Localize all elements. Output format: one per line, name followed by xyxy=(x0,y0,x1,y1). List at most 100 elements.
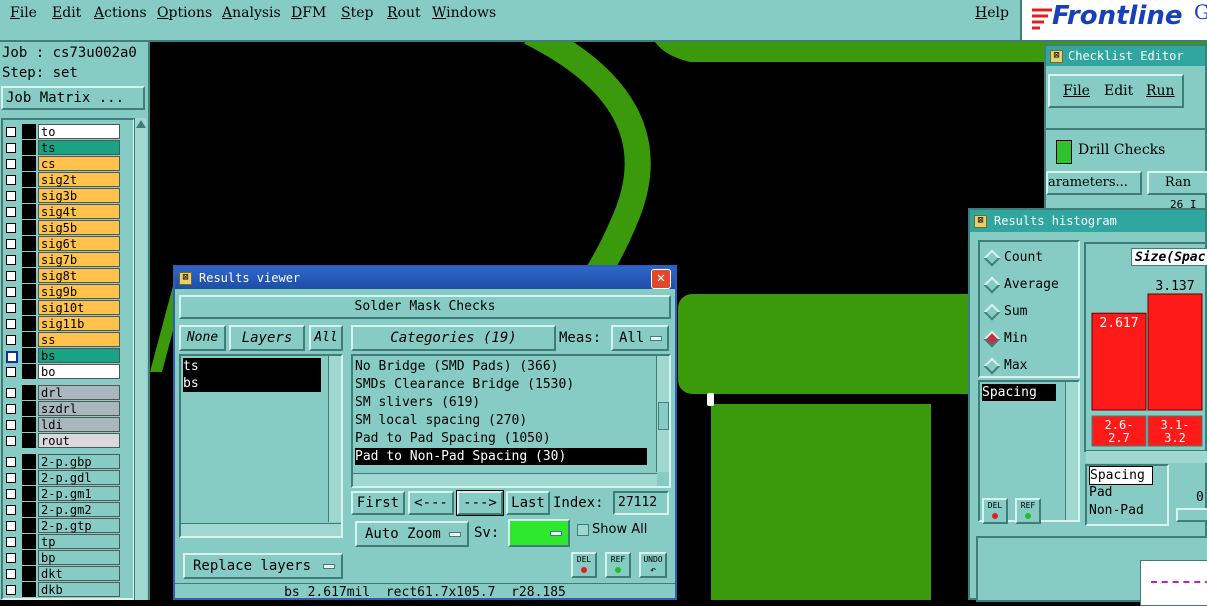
layer-name[interactable]: 2-p.gtp xyxy=(38,518,120,533)
layer-row[interactable]: to xyxy=(2,124,120,139)
layer-name[interactable]: sig11b xyxy=(38,316,120,331)
layer-swatch[interactable] xyxy=(22,172,36,187)
index-input[interactable]: 27112 xyxy=(613,491,669,515)
category-item[interactable]: No Bridge (SMD Pads) (366) xyxy=(355,358,647,375)
layer-checkbox[interactable] xyxy=(6,319,16,329)
category-item[interactable]: SM slivers (619) xyxy=(355,394,647,411)
layer-checkbox[interactable] xyxy=(6,255,16,265)
layer-name[interactable]: bo xyxy=(38,364,120,379)
layer-swatch[interactable] xyxy=(22,566,36,581)
layer-name[interactable]: dkt xyxy=(38,566,120,581)
layer-checkbox[interactable] xyxy=(6,351,18,363)
layer-list-scrollbar[interactable] xyxy=(134,118,147,600)
layer-checkbox[interactable] xyxy=(6,457,16,467)
layer-name[interactable]: sig7b xyxy=(38,252,120,267)
layer-checkbox[interactable] xyxy=(6,489,16,499)
layer-swatch[interactable] xyxy=(22,433,36,448)
layer-swatch[interactable] xyxy=(22,300,36,315)
layer-swatch[interactable] xyxy=(22,284,36,299)
parameters-button[interactable]: arameters... xyxy=(1046,171,1142,195)
del-button[interactable]: DEL xyxy=(571,552,597,578)
menu-step[interactable]: Step xyxy=(341,5,373,21)
sv-color-dropdown[interactable] xyxy=(508,519,570,547)
layer-swatch[interactable] xyxy=(22,470,36,485)
hist-slider[interactable] xyxy=(1176,508,1207,522)
layer-checkbox[interactable] xyxy=(6,335,16,345)
histogram-hscrollbar[interactable] xyxy=(1086,450,1207,463)
type-list[interactable]: Spacing Pad Non-Pad xyxy=(1085,464,1169,526)
layer-swatch[interactable] xyxy=(22,502,36,517)
layer-checkbox[interactable] xyxy=(6,553,16,563)
layer-swatch[interactable] xyxy=(22,188,36,203)
menu-windows[interactable]: Windows xyxy=(432,5,496,21)
layer-row[interactable]: sig2t xyxy=(2,172,120,187)
layer-name[interactable]: sig8t xyxy=(38,268,120,283)
layer-checkbox[interactable] xyxy=(6,143,16,153)
layer-checkbox[interactable] xyxy=(6,436,16,446)
layer-name[interactable]: ts xyxy=(38,140,120,155)
type-item[interactable]: Spacing xyxy=(1089,466,1153,485)
categories-list-scrollbar[interactable] xyxy=(656,356,669,472)
layer-checkbox[interactable] xyxy=(6,159,16,169)
layer-swatch[interactable] xyxy=(22,417,36,432)
layer-checkbox[interactable] xyxy=(6,127,16,137)
layer-name[interactable]: sig4t xyxy=(38,204,120,219)
replace-layers-dropdown[interactable]: Replace layers xyxy=(183,553,343,579)
layer-checkbox[interactable] xyxy=(6,537,16,547)
menu-actions[interactable]: Actions xyxy=(94,5,147,21)
layer-name[interactable]: 2-p.gm1 xyxy=(38,486,120,501)
categories-list-hscrollbar[interactable] xyxy=(353,473,657,486)
layer-checkbox[interactable] xyxy=(6,388,16,398)
layer-checkbox[interactable] xyxy=(6,191,16,201)
layer-row[interactable]: bp xyxy=(2,550,120,565)
layer-row[interactable]: tp xyxy=(2,534,120,549)
layer-name[interactable]: 2-p.gm2 xyxy=(38,502,120,517)
layer-name[interactable]: sig3b xyxy=(38,188,120,203)
layer-swatch[interactable] xyxy=(22,220,36,235)
layer-row[interactable]: bo xyxy=(2,364,120,379)
menu-edit[interactable]: Edit xyxy=(52,5,81,21)
layer-checkbox[interactable] xyxy=(6,287,16,297)
job-matrix-button[interactable]: Job Matrix ... xyxy=(1,86,145,110)
layer-row[interactable]: dkb xyxy=(2,582,120,597)
show-all-checkbox[interactable] xyxy=(577,524,589,536)
layer-row[interactable]: sig5b xyxy=(2,220,120,235)
layer-checkbox[interactable] xyxy=(6,420,16,430)
type-item[interactable]: Non-Pad xyxy=(1089,502,1151,519)
layer-row[interactable]: cs xyxy=(2,156,120,171)
layer-name[interactable]: bp xyxy=(38,550,120,565)
results-viewer-titlebar[interactable]: ⊠ Results viewer ✕ xyxy=(175,267,675,289)
menu-help[interactable]: Help xyxy=(975,5,1009,21)
layer-name[interactable]: sig6t xyxy=(38,236,120,251)
hist-del-button[interactable]: DEL xyxy=(982,498,1008,524)
layer-name[interactable]: to xyxy=(38,124,120,139)
histogram-bar[interactable] xyxy=(1147,293,1203,411)
layer-row[interactable]: 2-p.gtp xyxy=(2,518,120,533)
layer-swatch[interactable] xyxy=(22,534,36,549)
layer-list-item[interactable]: bs xyxy=(183,375,321,392)
layer-swatch[interactable] xyxy=(22,385,36,400)
layer-name[interactable]: sig2t xyxy=(38,172,120,187)
layer-checkbox[interactable] xyxy=(6,585,16,595)
scroll-thumb[interactable] xyxy=(658,402,669,430)
checklist-menu-edit[interactable]: Edit xyxy=(1104,83,1133,99)
layers-list-hscrollbar[interactable] xyxy=(181,523,341,536)
layers-list-scrollbar[interactable] xyxy=(328,356,341,522)
first-button[interactable]: First xyxy=(351,491,405,515)
layer-checkbox[interactable] xyxy=(6,404,16,414)
layer-checkbox[interactable] xyxy=(6,473,16,483)
checklist-titlebar[interactable]: ⊠ Checklist Editor xyxy=(1046,46,1205,66)
layer-swatch[interactable] xyxy=(22,140,36,155)
measure-item[interactable]: Spacing xyxy=(982,384,1056,401)
layer-row[interactable]: sig4t xyxy=(2,204,120,219)
close-icon[interactable]: ✕ xyxy=(651,269,671,289)
layer-checkbox[interactable] xyxy=(6,521,16,531)
type-item[interactable]: Pad xyxy=(1089,484,1151,501)
next-button[interactable]: ---> xyxy=(456,490,504,516)
layer-row[interactable]: rout xyxy=(2,433,120,448)
checklist-menu-file[interactable]: File xyxy=(1063,83,1090,99)
ran-button[interactable]: Ran xyxy=(1147,171,1207,195)
layer-row[interactable]: sig8t xyxy=(2,268,120,283)
layer-row[interactable]: szdrl xyxy=(2,401,120,416)
layer-row[interactable]: ts xyxy=(2,140,120,155)
